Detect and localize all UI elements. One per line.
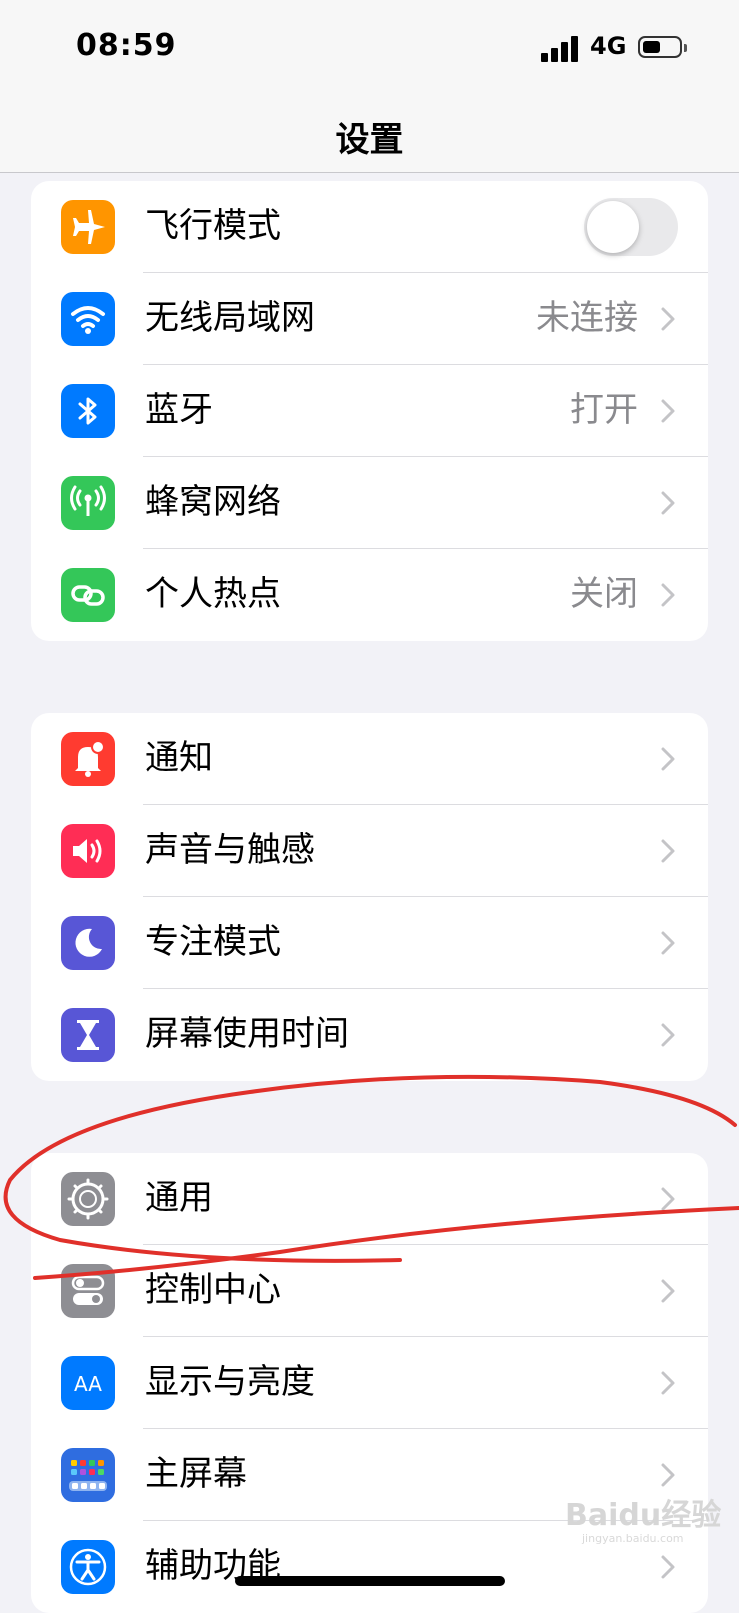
watermark-logo: Baidu经验: [565, 1498, 722, 1533]
row-control-center[interactable]: 控制中心: [31, 1245, 708, 1337]
row-label: 蜂窝网络: [145, 482, 281, 522]
airplane-mode-toggle[interactable]: [584, 198, 678, 256]
cellular-icon: [61, 476, 115, 530]
settings-group-connectivity: 飞行模式 无线局域网 未连接 蓝牙 打开 蜂窝网络 个人热点 关闭: [31, 181, 708, 641]
control-center-icon: [61, 1264, 115, 1318]
row-label: 个人热点: [145, 574, 281, 614]
chevron-right-icon: [661, 931, 675, 955]
svg-text:AA: AA: [74, 1372, 102, 1396]
row-personal-hotspot[interactable]: 个人热点 关闭: [31, 549, 708, 641]
chevron-right-icon: [661, 1463, 675, 1487]
row-screen-time[interactable]: 屏幕使用时间: [31, 989, 708, 1081]
gear-icon: [61, 1172, 115, 1226]
chevron-right-icon: [661, 399, 675, 423]
row-label: 声音与触感: [145, 830, 315, 870]
status-time: 08:59: [76, 28, 177, 63]
row-sounds-haptics[interactable]: 声音与触感: [31, 805, 708, 897]
wifi-icon: [61, 292, 115, 346]
row-label: 控制中心: [145, 1270, 281, 1310]
row-bluetooth[interactable]: 蓝牙 打开: [31, 365, 708, 457]
row-focus[interactable]: 专注模式: [31, 897, 708, 989]
chevron-right-icon: [661, 1371, 675, 1395]
hourglass-icon: [61, 1008, 115, 1062]
airplane-icon: [61, 200, 115, 254]
row-airplane-mode[interactable]: 飞行模式: [31, 181, 708, 273]
chevron-right-icon: [661, 583, 675, 607]
network-type: 4G: [590, 32, 627, 60]
row-label: 无线局域网: [145, 298, 315, 338]
row-value: 打开: [570, 390, 638, 430]
chevron-right-icon: [661, 747, 675, 771]
status-bar: 08:59 4G: [0, 0, 739, 100]
chevron-right-icon: [661, 1555, 675, 1579]
hotspot-icon: [61, 568, 115, 622]
row-wifi[interactable]: 无线局域网 未连接: [31, 273, 708, 365]
row-value: 未连接: [536, 298, 638, 338]
row-label: 蓝牙: [145, 390, 213, 430]
chevron-right-icon: [661, 307, 675, 331]
row-label: 飞行模式: [145, 206, 281, 246]
chevron-right-icon: [661, 491, 675, 515]
row-label: 屏幕使用时间: [145, 1014, 349, 1054]
settings-group-notifications: 通知 声音与触感 专注模式 屏幕使用时间: [31, 713, 708, 1081]
row-notifications[interactable]: 通知: [31, 713, 708, 805]
row-label: 通知: [145, 738, 213, 778]
home-indicator[interactable]: [235, 1576, 505, 1586]
row-label: 专注模式: [145, 922, 281, 962]
chevron-right-icon: [661, 1023, 675, 1047]
chevron-right-icon: [661, 1279, 675, 1303]
row-cellular[interactable]: 蜂窝网络: [31, 457, 708, 549]
accessibility-icon: [61, 1540, 115, 1594]
page-title: 设置: [335, 120, 404, 160]
signal-strength-icon: [541, 34, 581, 62]
display-brightness-icon: AA: [61, 1356, 115, 1410]
bluetooth-icon: [61, 384, 115, 438]
chevron-right-icon: [661, 839, 675, 863]
chevron-right-icon: [661, 1187, 675, 1211]
row-label: 通用: [145, 1178, 213, 1218]
row-display-brightness[interactable]: AA 显示与亮度: [31, 1337, 708, 1429]
home-screen-icon: [61, 1448, 115, 1502]
sound-icon: [61, 824, 115, 878]
moon-icon: [61, 916, 115, 970]
watermark-url: jingyan.baidu.com: [582, 1532, 684, 1545]
row-label: 显示与亮度: [145, 1362, 315, 1402]
row-general[interactable]: 通用: [31, 1153, 708, 1245]
row-label: 主屏幕: [145, 1454, 247, 1494]
navigation-bar: 设置: [0, 100, 739, 173]
row-value: 关闭: [570, 574, 638, 614]
battery-icon: [638, 36, 687, 58]
notification-icon: [61, 732, 115, 786]
